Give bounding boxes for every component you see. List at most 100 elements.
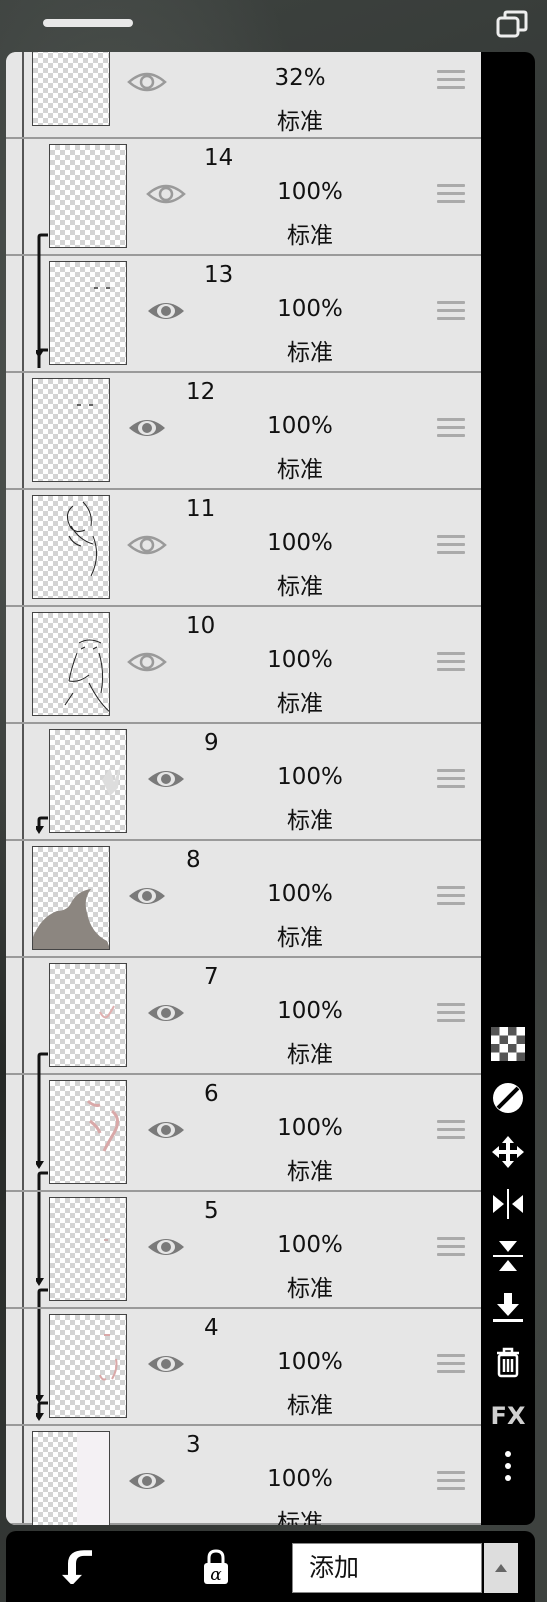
reorder-grip-icon[interactable]	[437, 70, 465, 92]
layer-thumbnail[interactable]	[49, 963, 127, 1067]
reorder-grip-icon[interactable]	[437, 769, 465, 791]
visibility-eye-icon[interactable]	[127, 68, 167, 96]
layer-thumbnail[interactable]	[32, 52, 110, 126]
layer-row-8[interactable]: 8 100% 标准	[6, 841, 481, 958]
dropdown-arrow-icon[interactable]	[484, 1543, 518, 1593]
visibility-eye-icon[interactable]	[127, 414, 167, 442]
layer-thumbnail[interactable]	[49, 261, 127, 365]
visibility-eye-icon[interactable]	[146, 1350, 186, 1378]
layer-opacity: 100%	[267, 413, 333, 439]
window-restore-icon[interactable]	[496, 10, 530, 40]
mask-icon[interactable]	[481, 1078, 535, 1118]
layer-number: 10	[186, 613, 216, 639]
reorder-grip-icon[interactable]	[437, 1354, 465, 1376]
layer-blend-mode[interactable]: 标准	[270, 1269, 350, 1303]
reorder-grip-icon[interactable]	[437, 1003, 465, 1025]
flip-horizontal-icon[interactable]	[481, 1184, 535, 1224]
layer-blend-mode[interactable]: 标准	[270, 1386, 350, 1420]
layer-thumbnail[interactable]	[49, 1080, 127, 1184]
visibility-eye-icon[interactable]	[146, 999, 186, 1027]
layer-row-4[interactable]: 4 100% 标准	[6, 1309, 481, 1426]
undo-return-icon[interactable]	[58, 1547, 98, 1587]
visibility-eye-icon[interactable]	[146, 297, 186, 325]
tree-line	[22, 1426, 24, 1523]
layer-blend-mode[interactable]: 标准	[270, 801, 350, 835]
layer-row-13[interactable]: 13 100% 标准	[6, 256, 481, 373]
layer-blend-mode[interactable]: 标准	[260, 918, 340, 952]
layer-opacity: 100%	[277, 1232, 343, 1258]
layer-opacity: 100%	[277, 764, 343, 790]
alpha-lock-icon[interactable]: α	[196, 1547, 236, 1587]
layer-thumbnail[interactable]	[49, 1314, 127, 1418]
layer-row-9[interactable]: 9 100% 标准	[6, 724, 481, 841]
add-layer-dropdown[interactable]: 添加	[292, 1543, 482, 1593]
layer-row-12[interactable]: 12 100% 标准	[6, 373, 481, 490]
visibility-eye-icon[interactable]	[146, 765, 186, 793]
tree-line	[22, 607, 24, 722]
layer-row-10[interactable]: 10 100% 标准	[6, 607, 481, 724]
layer-number: 9	[204, 730, 219, 756]
layer-list[interactable]: 32% 标准 14 100% 标准 13 100% 标准 12 100% 标准 …	[6, 52, 481, 1525]
visibility-eye-icon[interactable]	[127, 882, 167, 910]
layer-blend-mode[interactable]: 标准	[270, 333, 350, 367]
reorder-grip-icon[interactable]	[437, 886, 465, 908]
more-icon[interactable]	[481, 1446, 535, 1486]
reorder-grip-icon[interactable]	[437, 1120, 465, 1142]
tree-line	[22, 373, 24, 488]
reorder-grip-icon[interactable]	[437, 418, 465, 440]
layer-thumbnail[interactable]	[32, 378, 110, 482]
reorder-grip-icon[interactable]	[437, 535, 465, 557]
drag-handle[interactable]	[43, 19, 133, 27]
reorder-grip-icon[interactable]	[437, 1237, 465, 1259]
visibility-eye-icon[interactable]	[146, 180, 186, 208]
layer-row-3[interactable]: 3 100% 标准	[6, 1426, 481, 1525]
layer-row-14[interactable]: 14 100% 标准	[6, 139, 481, 257]
layer-thumbnail[interactable]	[32, 1431, 110, 1525]
visibility-eye-icon[interactable]	[127, 531, 167, 559]
layer-blend-mode[interactable]: 标准	[260, 450, 340, 484]
reorder-grip-icon[interactable]	[437, 652, 465, 674]
layer-thumbnail[interactable]	[32, 495, 110, 599]
clip-arrow-icon	[36, 1075, 48, 1190]
trash-icon[interactable]	[481, 1342, 535, 1382]
visibility-eye-icon[interactable]	[127, 648, 167, 676]
layer-blend-mode[interactable]: 标准	[270, 1035, 350, 1069]
layer-row-6[interactable]: 6 100% 标准	[6, 1075, 481, 1192]
merge-down-icon[interactable]	[481, 1288, 535, 1328]
reorder-grip-icon[interactable]	[437, 301, 465, 323]
layer-blend-mode[interactable]: 标准	[270, 1152, 350, 1186]
layer-row-15[interactable]: 32% 标准	[6, 52, 481, 139]
layer-row-7[interactable]: 7 100% 标准	[6, 958, 481, 1076]
layer-opacity: 100%	[267, 530, 333, 556]
layer-thumbnail[interactable]	[32, 612, 110, 716]
flip-vertical-icon[interactable]	[481, 1236, 535, 1276]
layer-thumbnail[interactable]	[49, 144, 127, 248]
layer-blend-mode[interactable]: 标准	[260, 567, 340, 601]
visibility-eye-icon[interactable]	[146, 1116, 186, 1144]
checker-icon[interactable]	[481, 1024, 535, 1064]
layer-thumbnail[interactable]	[32, 846, 110, 950]
visibility-eye-icon[interactable]	[127, 1467, 167, 1495]
layer-blend-mode[interactable]: 标准	[270, 216, 350, 250]
layer-opacity: 100%	[277, 998, 343, 1024]
layer-blend-mode[interactable]: 标准	[260, 102, 340, 136]
layer-opacity: 100%	[267, 647, 333, 673]
layer-number: 3	[186, 1432, 201, 1458]
clip-arrow-icon	[36, 1309, 48, 1421]
fx-icon[interactable]: FX	[481, 1396, 535, 1436]
bottom-bar: α 添加	[6, 1531, 535, 1602]
layer-thumbnail[interactable]	[49, 729, 127, 833]
reorder-grip-icon[interactable]	[437, 184, 465, 206]
tree-line	[22, 52, 24, 137]
layer-blend-mode[interactable]: 标准	[260, 1503, 340, 1525]
move-icon[interactable]	[481, 1132, 535, 1172]
layer-opacity: 100%	[267, 1466, 333, 1492]
layer-row-11[interactable]: 11 100% 标准	[6, 490, 481, 607]
visibility-eye-icon[interactable]	[146, 1233, 186, 1261]
layer-opacity: 32%	[274, 65, 326, 91]
layer-number: 5	[204, 1198, 219, 1224]
layer-thumbnail[interactable]	[49, 1197, 127, 1301]
layer-blend-mode[interactable]: 标准	[260, 684, 340, 718]
reorder-grip-icon[interactable]	[437, 1471, 465, 1493]
layer-row-5[interactable]: 5 100% 标准	[6, 1192, 481, 1309]
